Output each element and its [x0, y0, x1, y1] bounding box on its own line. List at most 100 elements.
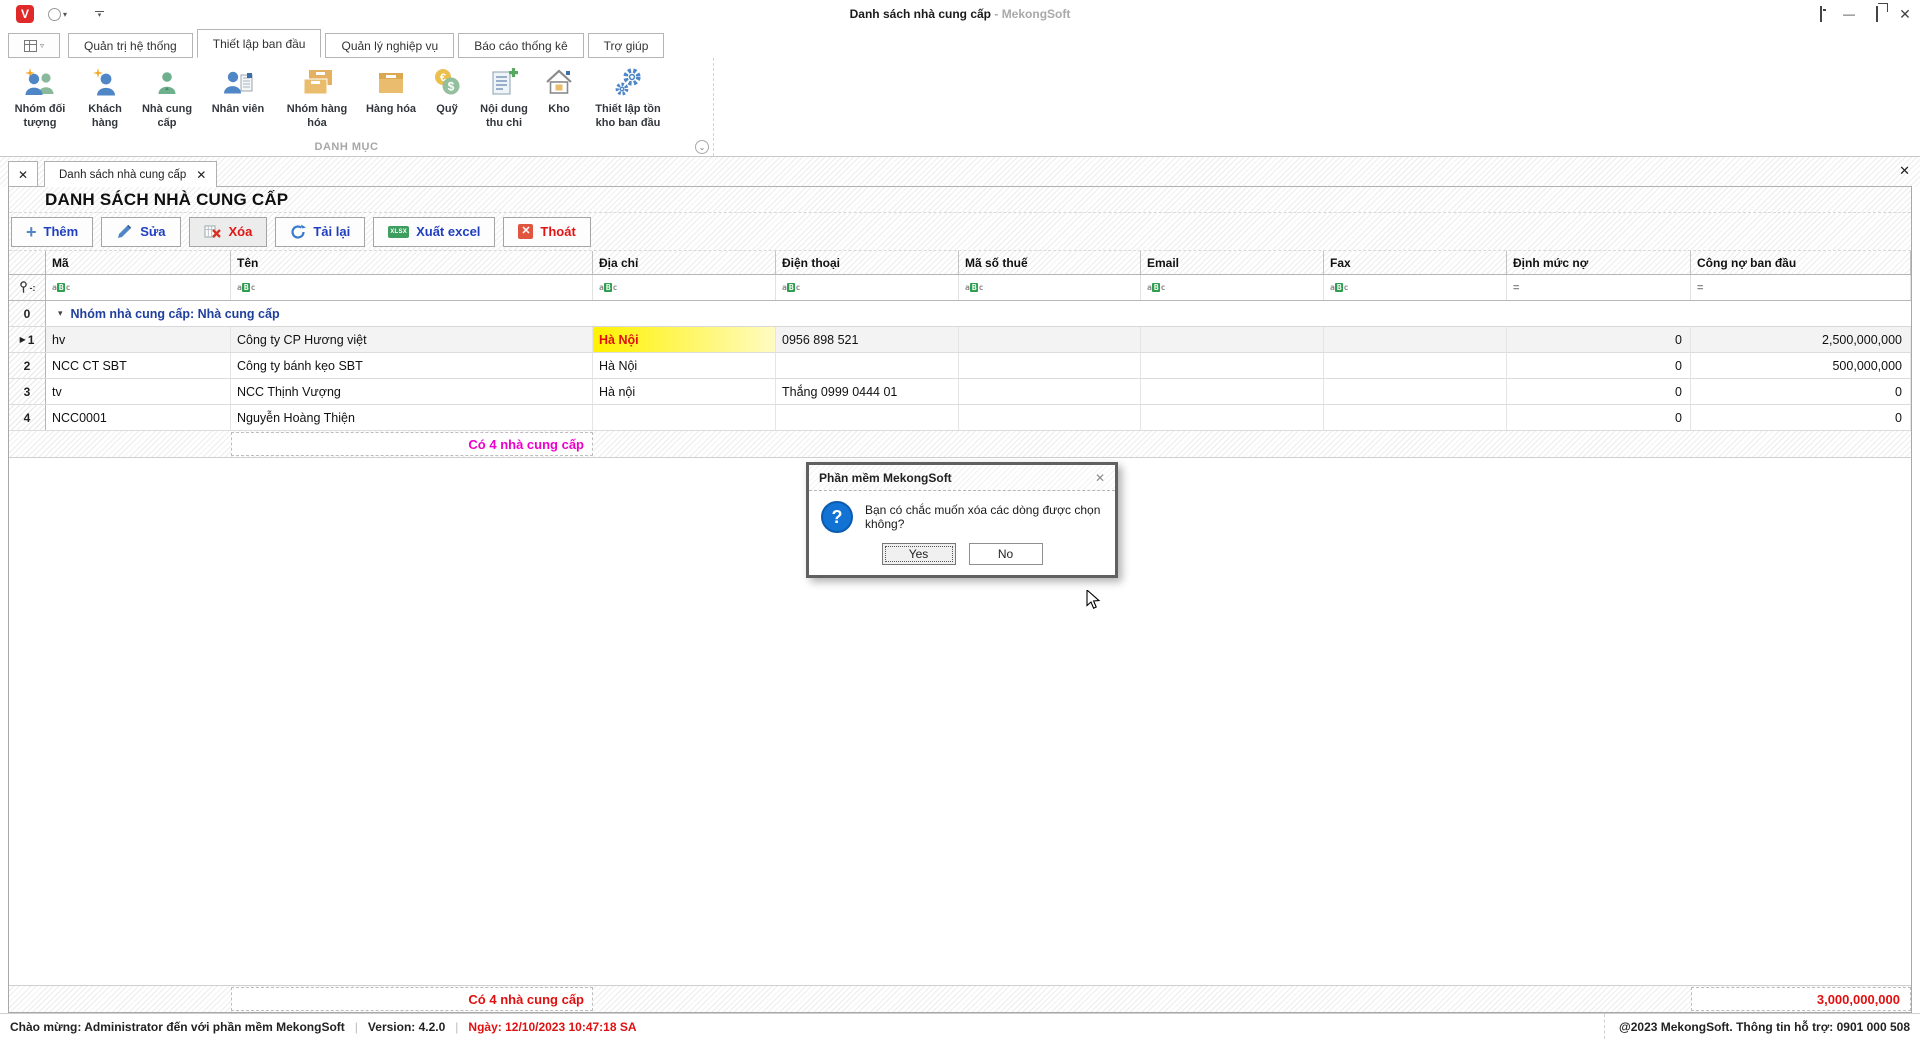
cell-dinh-muc-no[interactable]: 0	[1507, 327, 1691, 352]
cell-fax[interactable]	[1324, 327, 1507, 352]
plus-icon: +	[26, 225, 37, 239]
cell-dia-chi[interactable]	[593, 405, 776, 430]
ribbon-tab-tro-giup[interactable]: Trợ giúp	[588, 33, 665, 58]
cell-ten[interactable]: Công ty CP Hương việt	[231, 327, 593, 352]
panel-close-icon[interactable]: ✕	[1899, 163, 1910, 179]
cell-dia-chi[interactable]: Hà Nội	[593, 353, 776, 378]
filter-cell-ma-so-thue[interactable]: aBc	[959, 275, 1141, 300]
column-header-cong-no-ban-dau[interactable]: Công nợ ban đầu	[1691, 251, 1911, 274]
dialog-title-bar[interactable]: Phần mềm MekongSoft ✕	[809, 465, 1115, 491]
column-header-email[interactable]: Email	[1141, 251, 1324, 274]
delete-button[interactable]: Xóa	[189, 217, 268, 247]
ribbon-tab-quan-tri-he-thong[interactable]: Quản trị hệ thống	[68, 33, 193, 58]
cell-fax[interactable]	[1324, 405, 1507, 430]
ribbon-tab-bao-cao-thong-ke[interactable]: Báo cáo thống kê	[458, 33, 583, 58]
ribbon-item-quy[interactable]: € $ Quỹ	[424, 64, 470, 142]
cell-dien-thoai[interactable]: 0956 898 521	[776, 327, 959, 352]
cell-email[interactable]	[1141, 327, 1324, 352]
ribbon-item-kho[interactable]: Kho	[538, 64, 580, 142]
filter-cell-fax[interactable]: aBc	[1324, 275, 1507, 300]
minimize-button[interactable]: —	[1842, 7, 1856, 21]
cell-ten[interactable]: Công ty bánh kẹo SBT	[231, 353, 593, 378]
app-menu-button[interactable]: ▿	[8, 33, 60, 58]
cell-ma-so-thue[interactable]	[959, 353, 1141, 378]
cell-cong-no[interactable]: 0	[1691, 379, 1911, 404]
edit-button[interactable]: Sửa	[101, 217, 180, 247]
cell-dien-thoai[interactable]	[776, 353, 959, 378]
table-row[interactable]: 3 tv NCC Thịnh Vượng Hà nội Thắng 0999 0…	[9, 379, 1911, 405]
cell-ma-so-thue[interactable]	[959, 327, 1141, 352]
cell-ma-so-thue[interactable]	[959, 405, 1141, 430]
ribbon-item-thiet-lap-ton-kho[interactable]: Thiết lập tồn kho ban đầu	[580, 64, 676, 142]
ribbon-item-khach-hang[interactable]: Khách hàng	[76, 64, 134, 142]
table-row[interactable]: 4 NCC0001 Nguyễn Hoàng Thiện 0 0	[9, 405, 1911, 431]
close-tab-icon[interactable]: ✕	[196, 168, 206, 182]
app-logo-icon[interactable]: V	[16, 5, 34, 23]
column-header-ten[interactable]: Tên	[231, 251, 593, 274]
cell-ma[interactable]: hv	[46, 327, 231, 352]
cell-dinh-muc-no[interactable]: 0	[1507, 405, 1691, 430]
ribbon-tab-thiet-lap-ban-dau[interactable]: Thiết lập ban đầu	[197, 29, 322, 58]
restore-button[interactable]	[1870, 7, 1884, 21]
cell-ma-so-thue[interactable]	[959, 379, 1141, 404]
cell-ten[interactable]: NCC Thịnh Vượng	[231, 379, 593, 404]
cell-email[interactable]	[1141, 379, 1324, 404]
column-header-ma[interactable]: Mã	[46, 251, 231, 274]
cell-dien-thoai[interactable]	[776, 405, 959, 430]
quick-access-avatar[interactable]: ▾	[34, 8, 67, 21]
group-row[interactable]: 0 ▾ Nhóm nhà cung cấp: Nhà cung cấp	[9, 301, 1911, 327]
cell-ma[interactable]: NCC CT SBT	[46, 353, 231, 378]
dialog-close-icon[interactable]: ✕	[1095, 471, 1105, 485]
column-header-dien-thoai[interactable]: Điện thoại	[776, 251, 959, 274]
cell-cong-no[interactable]: 500,000,000	[1691, 353, 1911, 378]
filter-cell-cong-no[interactable]: =	[1691, 275, 1911, 300]
ribbon-item-nhan-vien[interactable]: Nhân viên	[200, 64, 276, 142]
filter-cell-ma[interactable]: aBc	[46, 275, 231, 300]
collapse-arrow-icon[interactable]: ▾	[58, 308, 63, 319]
cell-ten[interactable]: Nguyễn Hoàng Thiện	[231, 405, 593, 430]
no-button[interactable]: No	[969, 543, 1043, 565]
cell-dia-chi[interactable]: Hà nội	[593, 379, 776, 404]
table-row[interactable]: ▶1 hv Công ty CP Hương việt Hà Nội 0956 …	[9, 327, 1911, 353]
reload-button[interactable]: Tải lại	[275, 217, 365, 247]
yes-button[interactable]: Yes	[882, 543, 956, 565]
ribbon-item-nha-cung-cap[interactable]: Nhà cung cấp	[134, 64, 200, 142]
cell-ma[interactable]: NCC0001	[46, 405, 231, 430]
close-all-tabs-button[interactable]: ✕	[8, 161, 38, 187]
cell-fax[interactable]	[1324, 379, 1507, 404]
export-excel-button[interactable]: XLSX Xuất excel	[373, 217, 495, 247]
document-tab-active[interactable]: Danh sách nhà cung cấp ✕	[44, 161, 217, 187]
ribbon-item-noi-dung-thu-chi[interactable]: Nội dung thu chi	[470, 64, 538, 142]
ribbon-tab-quan-ly-nghiep-vu[interactable]: Quản lý nghiệp vụ	[325, 33, 454, 58]
filter-cell-dinh-muc-no[interactable]: =	[1507, 275, 1691, 300]
filter-cell-dien-thoai[interactable]: aBc	[776, 275, 959, 300]
cell-dien-thoai[interactable]: Thắng 0999 0444 01	[776, 379, 959, 404]
table-row[interactable]: 2 NCC CT SBT Công ty bánh kẹo SBT Hà Nội…	[9, 353, 1911, 379]
exit-button[interactable]: ✕ Thoát	[503, 217, 590, 247]
add-button[interactable]: + Thêm	[11, 217, 93, 247]
close-button[interactable]: ✕	[1898, 6, 1912, 23]
cell-dia-chi-highlighted[interactable]: Hà Nội	[593, 327, 776, 352]
quick-access-customize-button[interactable]: ▾	[95, 11, 104, 18]
cell-email[interactable]	[1141, 353, 1324, 378]
column-header-fax[interactable]: Fax	[1324, 251, 1507, 274]
ribbon-item-nhom-doi-tuong[interactable]: Nhóm đối tượng	[4, 64, 76, 142]
column-header-dinh-muc-no[interactable]: Định mức nợ	[1507, 251, 1691, 274]
filter-cell-dia-chi[interactable]: aBc	[593, 275, 776, 300]
chevron-down-icon: ▾	[98, 13, 102, 18]
filter-cell-ten[interactable]: aBc	[231, 275, 593, 300]
ribbon-group-dialog-launcher[interactable]: ⌄	[695, 140, 709, 154]
cell-cong-no[interactable]: 2,500,000,000	[1691, 327, 1911, 352]
column-header-ma-so-thue[interactable]: Mã số thuế	[959, 251, 1141, 274]
ribbon-item-hang-hoa[interactable]: Hàng hóa	[358, 64, 424, 142]
ribbon-item-nhom-hang-hoa[interactable]: Nhóm hàng hóa	[276, 64, 358, 142]
cell-email[interactable]	[1141, 405, 1324, 430]
cell-ma[interactable]: tv	[46, 379, 231, 404]
cell-dinh-muc-no[interactable]: 0	[1507, 353, 1691, 378]
cell-fax[interactable]	[1324, 353, 1507, 378]
filter-cell-email[interactable]: aBc	[1141, 275, 1324, 300]
column-header-dia-chi[interactable]: Địa chỉ	[593, 251, 776, 274]
fullscreen-button[interactable]	[1814, 7, 1828, 21]
cell-dinh-muc-no[interactable]: 0	[1507, 379, 1691, 404]
cell-cong-no[interactable]: 0	[1691, 405, 1911, 430]
